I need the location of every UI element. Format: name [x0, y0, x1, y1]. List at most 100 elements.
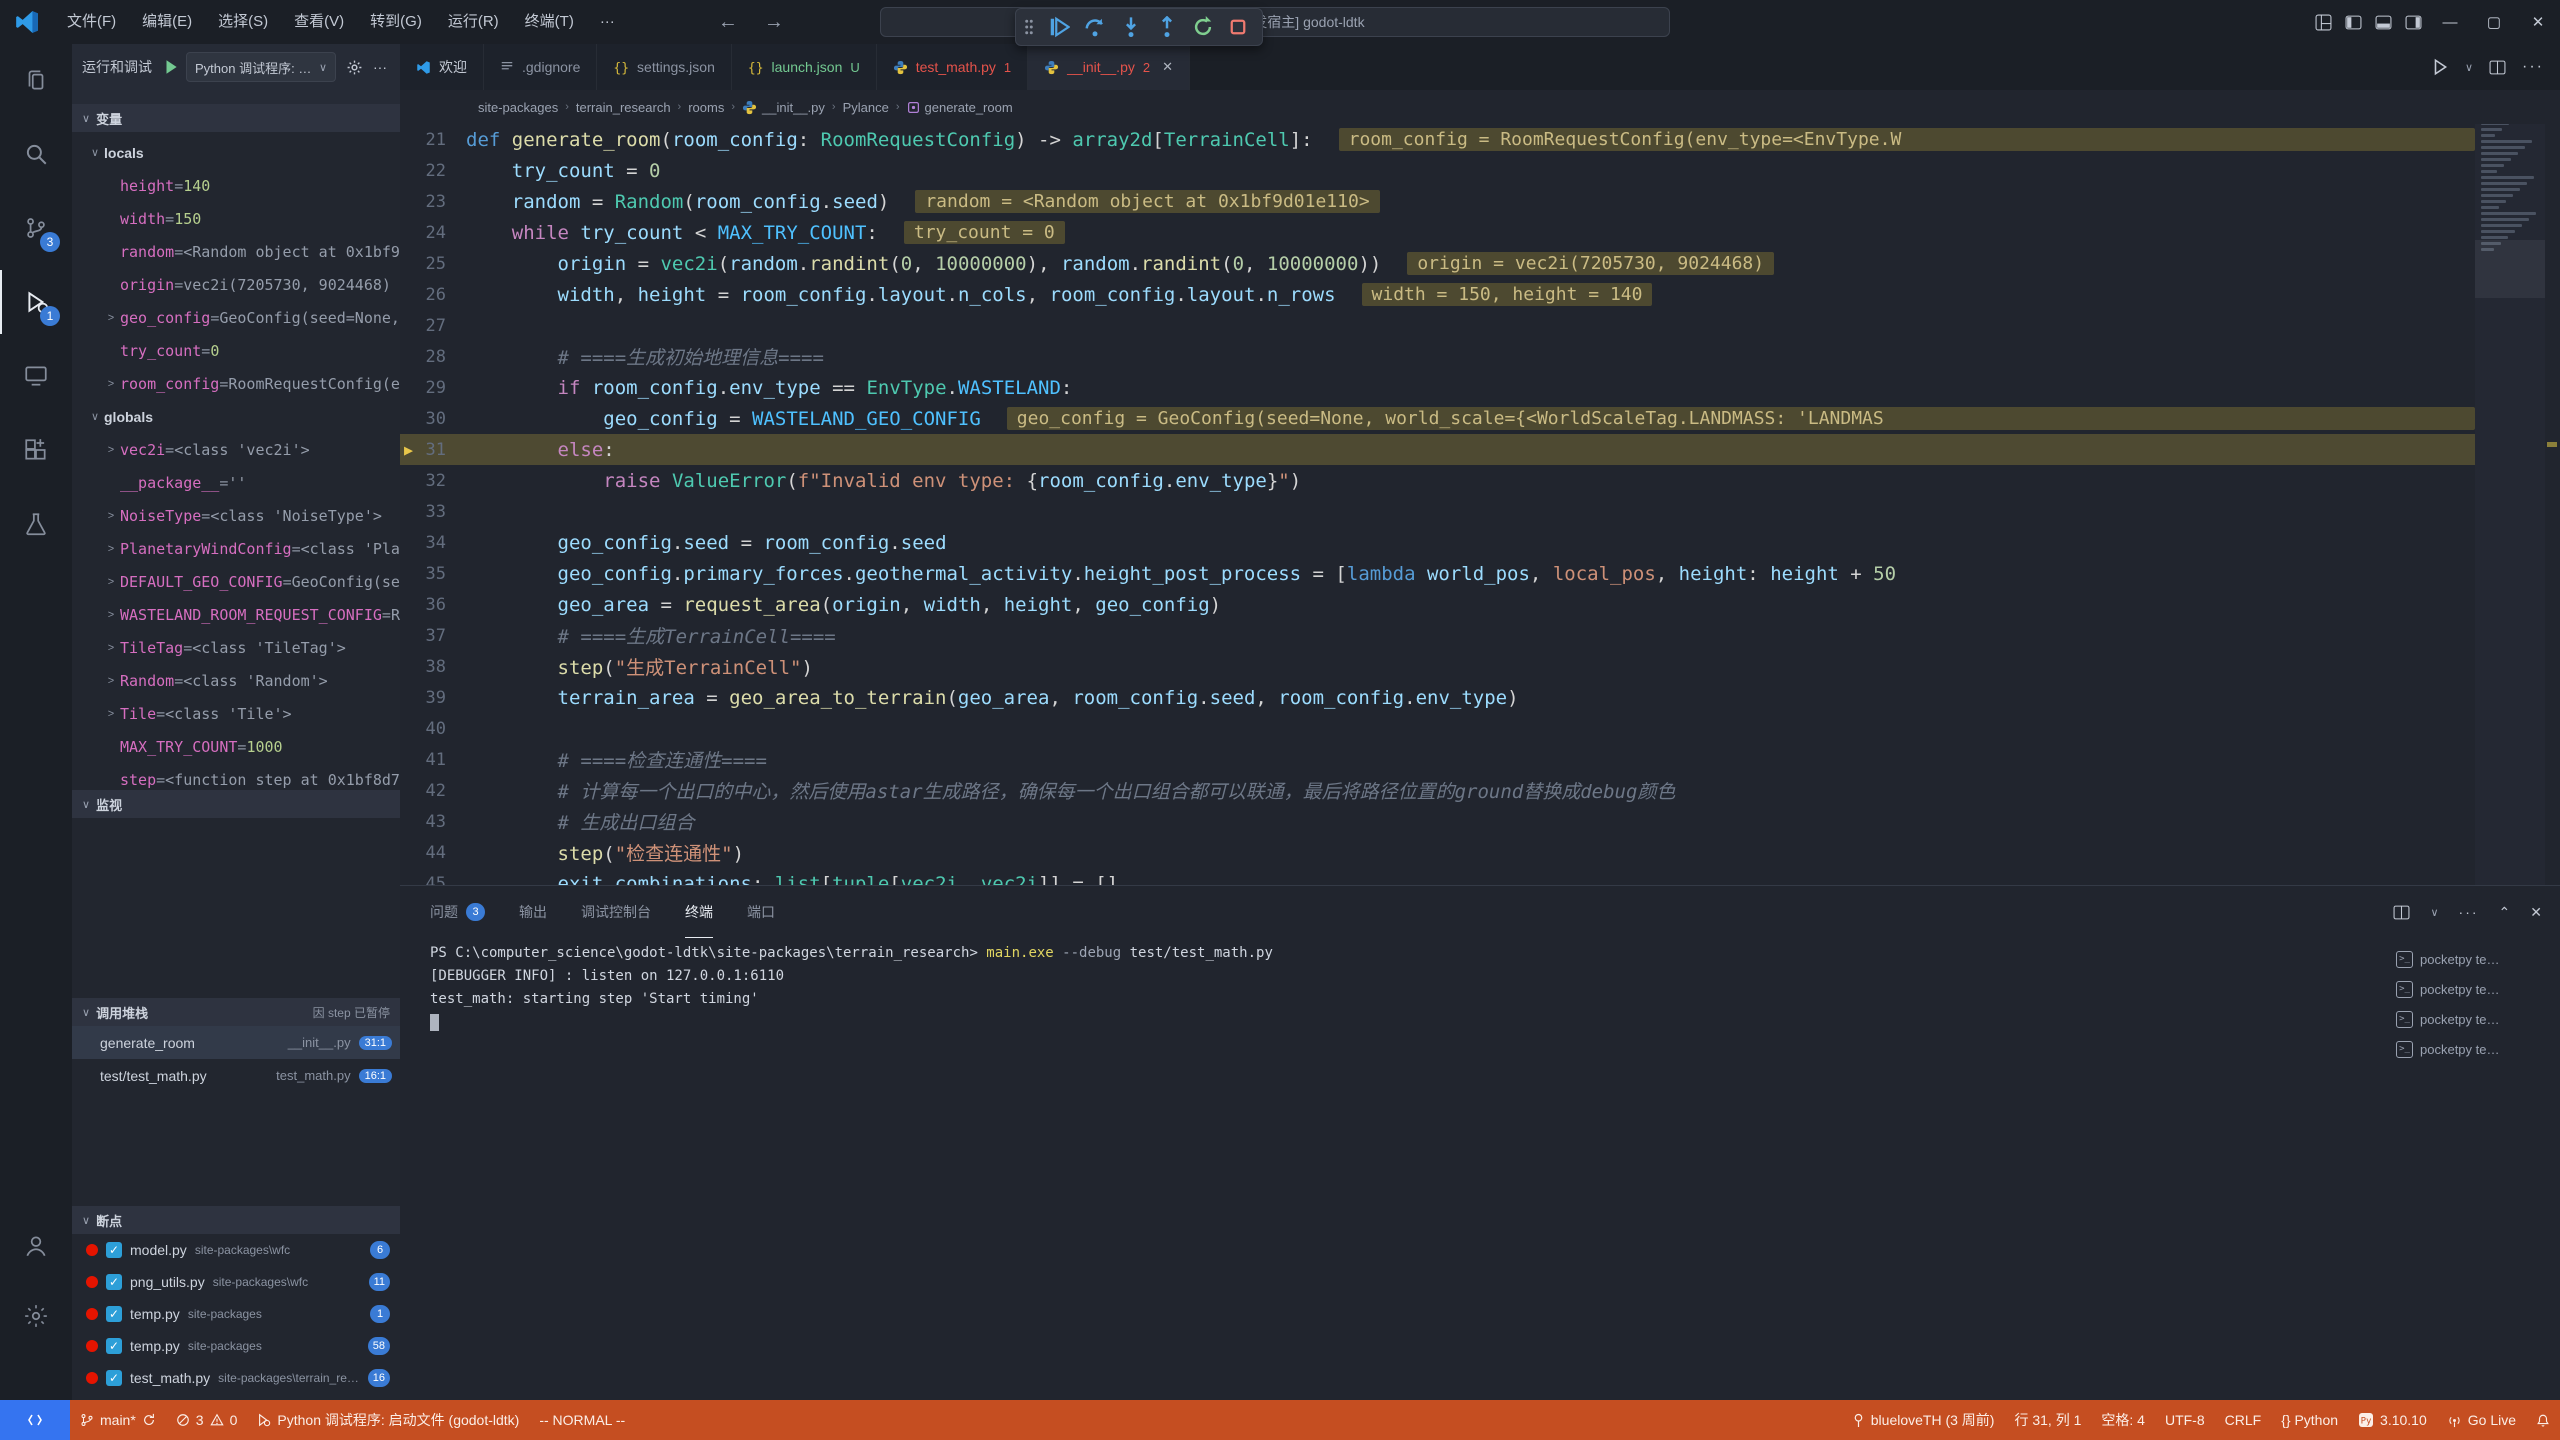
remote-indicator-button[interactable]	[0, 1400, 70, 1440]
variable-group-globals[interactable]: ∨globals	[72, 400, 400, 433]
variable-row[interactable]: __package__ = ''	[72, 466, 400, 499]
activity-test-beaker-icon[interactable]	[0, 492, 72, 556]
breakpoint-row[interactable]: ✓temp.pysite-packages1	[72, 1298, 400, 1330]
variable-row[interactable]: origin = vec2i(7205730, 9024468)	[72, 268, 400, 301]
run-python-file-icon[interactable]	[2431, 58, 2449, 76]
editor-scrollbar[interactable]	[2545, 90, 2560, 885]
toggle-sidebar-icon[interactable]	[2338, 7, 2368, 37]
variable-row[interactable]: >vec2i = <class 'vec2i'>	[72, 433, 400, 466]
callstack-frame[interactable]: test/test_math.pytest_math.py16:1	[72, 1059, 400, 1092]
activity-search-icon[interactable]	[0, 122, 72, 186]
breakpoint-row[interactable]: ✓temp.pysite-packages58	[72, 1330, 400, 1362]
breadcrumb-item[interactable]: site-packages	[478, 100, 558, 115]
statusbar-item[interactable]: CRLF	[2215, 1400, 2272, 1440]
breadcrumb-item[interactable]: rooms	[688, 100, 724, 115]
debug-continue-button[interactable]	[1048, 16, 1070, 38]
command-center[interactable]: [扩展开发宿主] godot-ldtk	[880, 7, 1670, 37]
close-panel-icon[interactable]: ✕	[2530, 904, 2542, 921]
terminal-instance-item[interactable]: >_pocketpy te…	[2396, 1004, 2546, 1034]
terminal-instance-item[interactable]: >_pocketpy te…	[2396, 944, 2546, 974]
nav-forward-icon[interactable]: →	[764, 11, 784, 34]
statusbar-item[interactable]: UTF-8	[2155, 1400, 2215, 1440]
terminal-instance-item[interactable]: >_pocketpy te…	[2396, 974, 2546, 1004]
variable-row[interactable]: >Random = <class 'Random'>	[72, 664, 400, 697]
variable-row[interactable]: MAX_TRY_COUNT = 1000	[72, 730, 400, 763]
variable-row[interactable]: width = 150	[72, 202, 400, 235]
menu-item[interactable]: 终端(T)	[512, 7, 587, 37]
activity-files-icon[interactable]	[0, 48, 72, 112]
panel-more-actions-icon[interactable]: ···	[2459, 904, 2479, 920]
activity-settings-gear-icon[interactable]	[0, 1284, 72, 1348]
tab-欢迎[interactable]: 欢迎	[400, 44, 484, 90]
tab-settings.json[interactable]: {}settings.json	[597, 44, 731, 90]
variable-row[interactable]: random = <Random object at 0x1bf9d01e…	[72, 235, 400, 268]
debug-step-out-button[interactable]	[1156, 16, 1178, 38]
variable-row[interactable]: >Tile = <class 'Tile'>	[72, 697, 400, 730]
activity-remote-explorer-icon[interactable]	[0, 344, 72, 408]
start-debugging-icon[interactable]	[162, 58, 180, 76]
statusbar-item[interactable]: Python 调试程序: 启动文件 (godot-ldtk)	[247, 1400, 529, 1440]
variable-row[interactable]: try_count = 0	[72, 334, 400, 367]
debug-configuration-dropdown[interactable]: Python 调试程序: 启… ∨	[186, 52, 336, 82]
split-editor-icon[interactable]	[2489, 59, 2506, 76]
breadcrumb-item[interactable]: Pylance	[843, 100, 889, 115]
statusbar-item[interactable]: Py3.10.10	[2348, 1400, 2437, 1440]
statusbar-item[interactable]: {} Python	[2271, 1400, 2348, 1440]
maximize-panel-icon[interactable]: ⌃	[2499, 904, 2511, 921]
panel-tab-输出[interactable]: 输出	[519, 886, 547, 938]
editor-more-actions-icon[interactable]: ···	[2522, 58, 2544, 76]
statusbar-item[interactable]: -- NORMAL --	[529, 1400, 635, 1440]
breadcrumb-item[interactable]: __init__.py	[742, 100, 825, 115]
debug-step-over-button[interactable]	[1084, 16, 1106, 38]
breakpoints-section-header[interactable]: ∨断点	[72, 1206, 400, 1234]
breakpoint-row[interactable]: ✓png_utils.pysite-packages\wfc11	[72, 1266, 400, 1298]
toggle-secondary-sidebar-icon[interactable]	[2398, 7, 2428, 37]
variable-row[interactable]: >room_config = RoomRequestConfig(env_t…	[72, 367, 400, 400]
debug-settings-gear-icon[interactable]	[346, 59, 363, 76]
breakpoint-checkbox[interactable]: ✓	[106, 1370, 122, 1386]
activity-debug-icon[interactable]: 1	[0, 270, 72, 334]
split-terminal-icon[interactable]	[2393, 904, 2410, 921]
variable-row[interactable]: >WASTELAND_ROOM_REQUEST_CONFIG = RoomR…	[72, 598, 400, 631]
variable-row[interactable]: >geo_config = GeoConfig(seed=None, wor…	[72, 301, 400, 334]
variable-row[interactable]: step = <function step at 0x1bf8d716d…	[72, 763, 400, 790]
statusbar-item[interactable]: blueloveTH (3 周前)	[1842, 1400, 2005, 1440]
variable-row[interactable]: >PlanetaryWindConfig = <class 'Planeta…	[72, 532, 400, 565]
statusbar-item[interactable]: 行 31, 列 1	[2004, 1400, 2091, 1440]
debug-stop-button[interactable]	[1228, 17, 1248, 37]
debug-restart-button[interactable]	[1192, 16, 1214, 38]
variable-row[interactable]: height = 140	[72, 169, 400, 202]
menu-item[interactable]: 查看(V)	[281, 7, 357, 37]
tab-close-icon[interactable]: ✕	[1162, 59, 1173, 75]
breakpoint-row[interactable]: ✓model.pysite-packages\wfc6	[72, 1234, 400, 1266]
tab-launch.json[interactable]: {}launch.jsonU	[732, 44, 877, 90]
terminal-instance-item[interactable]: >_pocketpy te…	[2396, 1034, 2546, 1064]
run-dropdown-chevron-icon[interactable]: ∨	[2465, 61, 2473, 74]
breakpoint-checkbox[interactable]: ✓	[106, 1306, 122, 1322]
panel-tab-端口[interactable]: 端口	[747, 886, 775, 938]
nav-back-icon[interactable]: ←	[718, 11, 738, 34]
variable-row[interactable]: >NoiseType = <class 'NoiseType'>	[72, 499, 400, 532]
statusbar-item[interactable]: 空格: 4	[2091, 1400, 2155, 1440]
statusbar-item[interactable]: main*	[70, 1400, 166, 1440]
statusbar-item[interactable]	[2526, 1400, 2560, 1440]
views-more-actions-icon[interactable]: ···	[373, 59, 387, 75]
window-close-button[interactable]: ✕	[2516, 0, 2560, 44]
breakpoint-checkbox[interactable]: ✓	[106, 1274, 122, 1290]
breadcrumb-item[interactable]: terrain_research	[576, 100, 671, 115]
panel-tab-终端[interactable]: 终端	[685, 886, 713, 938]
breakpoint-row[interactable]: ✓test_math.pysite-packages\terrain_res…1…	[72, 1362, 400, 1394]
callstack-frame[interactable]: generate_room__init__.py31:1	[72, 1026, 400, 1059]
debug-step-into-button[interactable]	[1120, 16, 1142, 38]
callstack-section-header[interactable]: ∨调用堆栈因 step 已暂停	[72, 998, 400, 1026]
toggle-panel-icon[interactable]	[2368, 7, 2398, 37]
menu-item[interactable]: 转到(G)	[357, 7, 435, 37]
toolbar-drag-grip[interactable]	[1024, 19, 1034, 35]
activity-source-control-icon[interactable]: 3	[0, 196, 72, 260]
variable-group-locals[interactable]: ∨locals	[72, 136, 400, 169]
menu-item[interactable]: ···	[587, 7, 628, 37]
code-editor[interactable]: 21def generate_room(room_config: RoomReq…	[400, 124, 2560, 885]
window-maximize-button[interactable]: ▢	[2472, 0, 2516, 44]
window-minimize-button[interactable]: —	[2428, 0, 2472, 44]
activity-account-icon[interactable]	[0, 1214, 72, 1278]
